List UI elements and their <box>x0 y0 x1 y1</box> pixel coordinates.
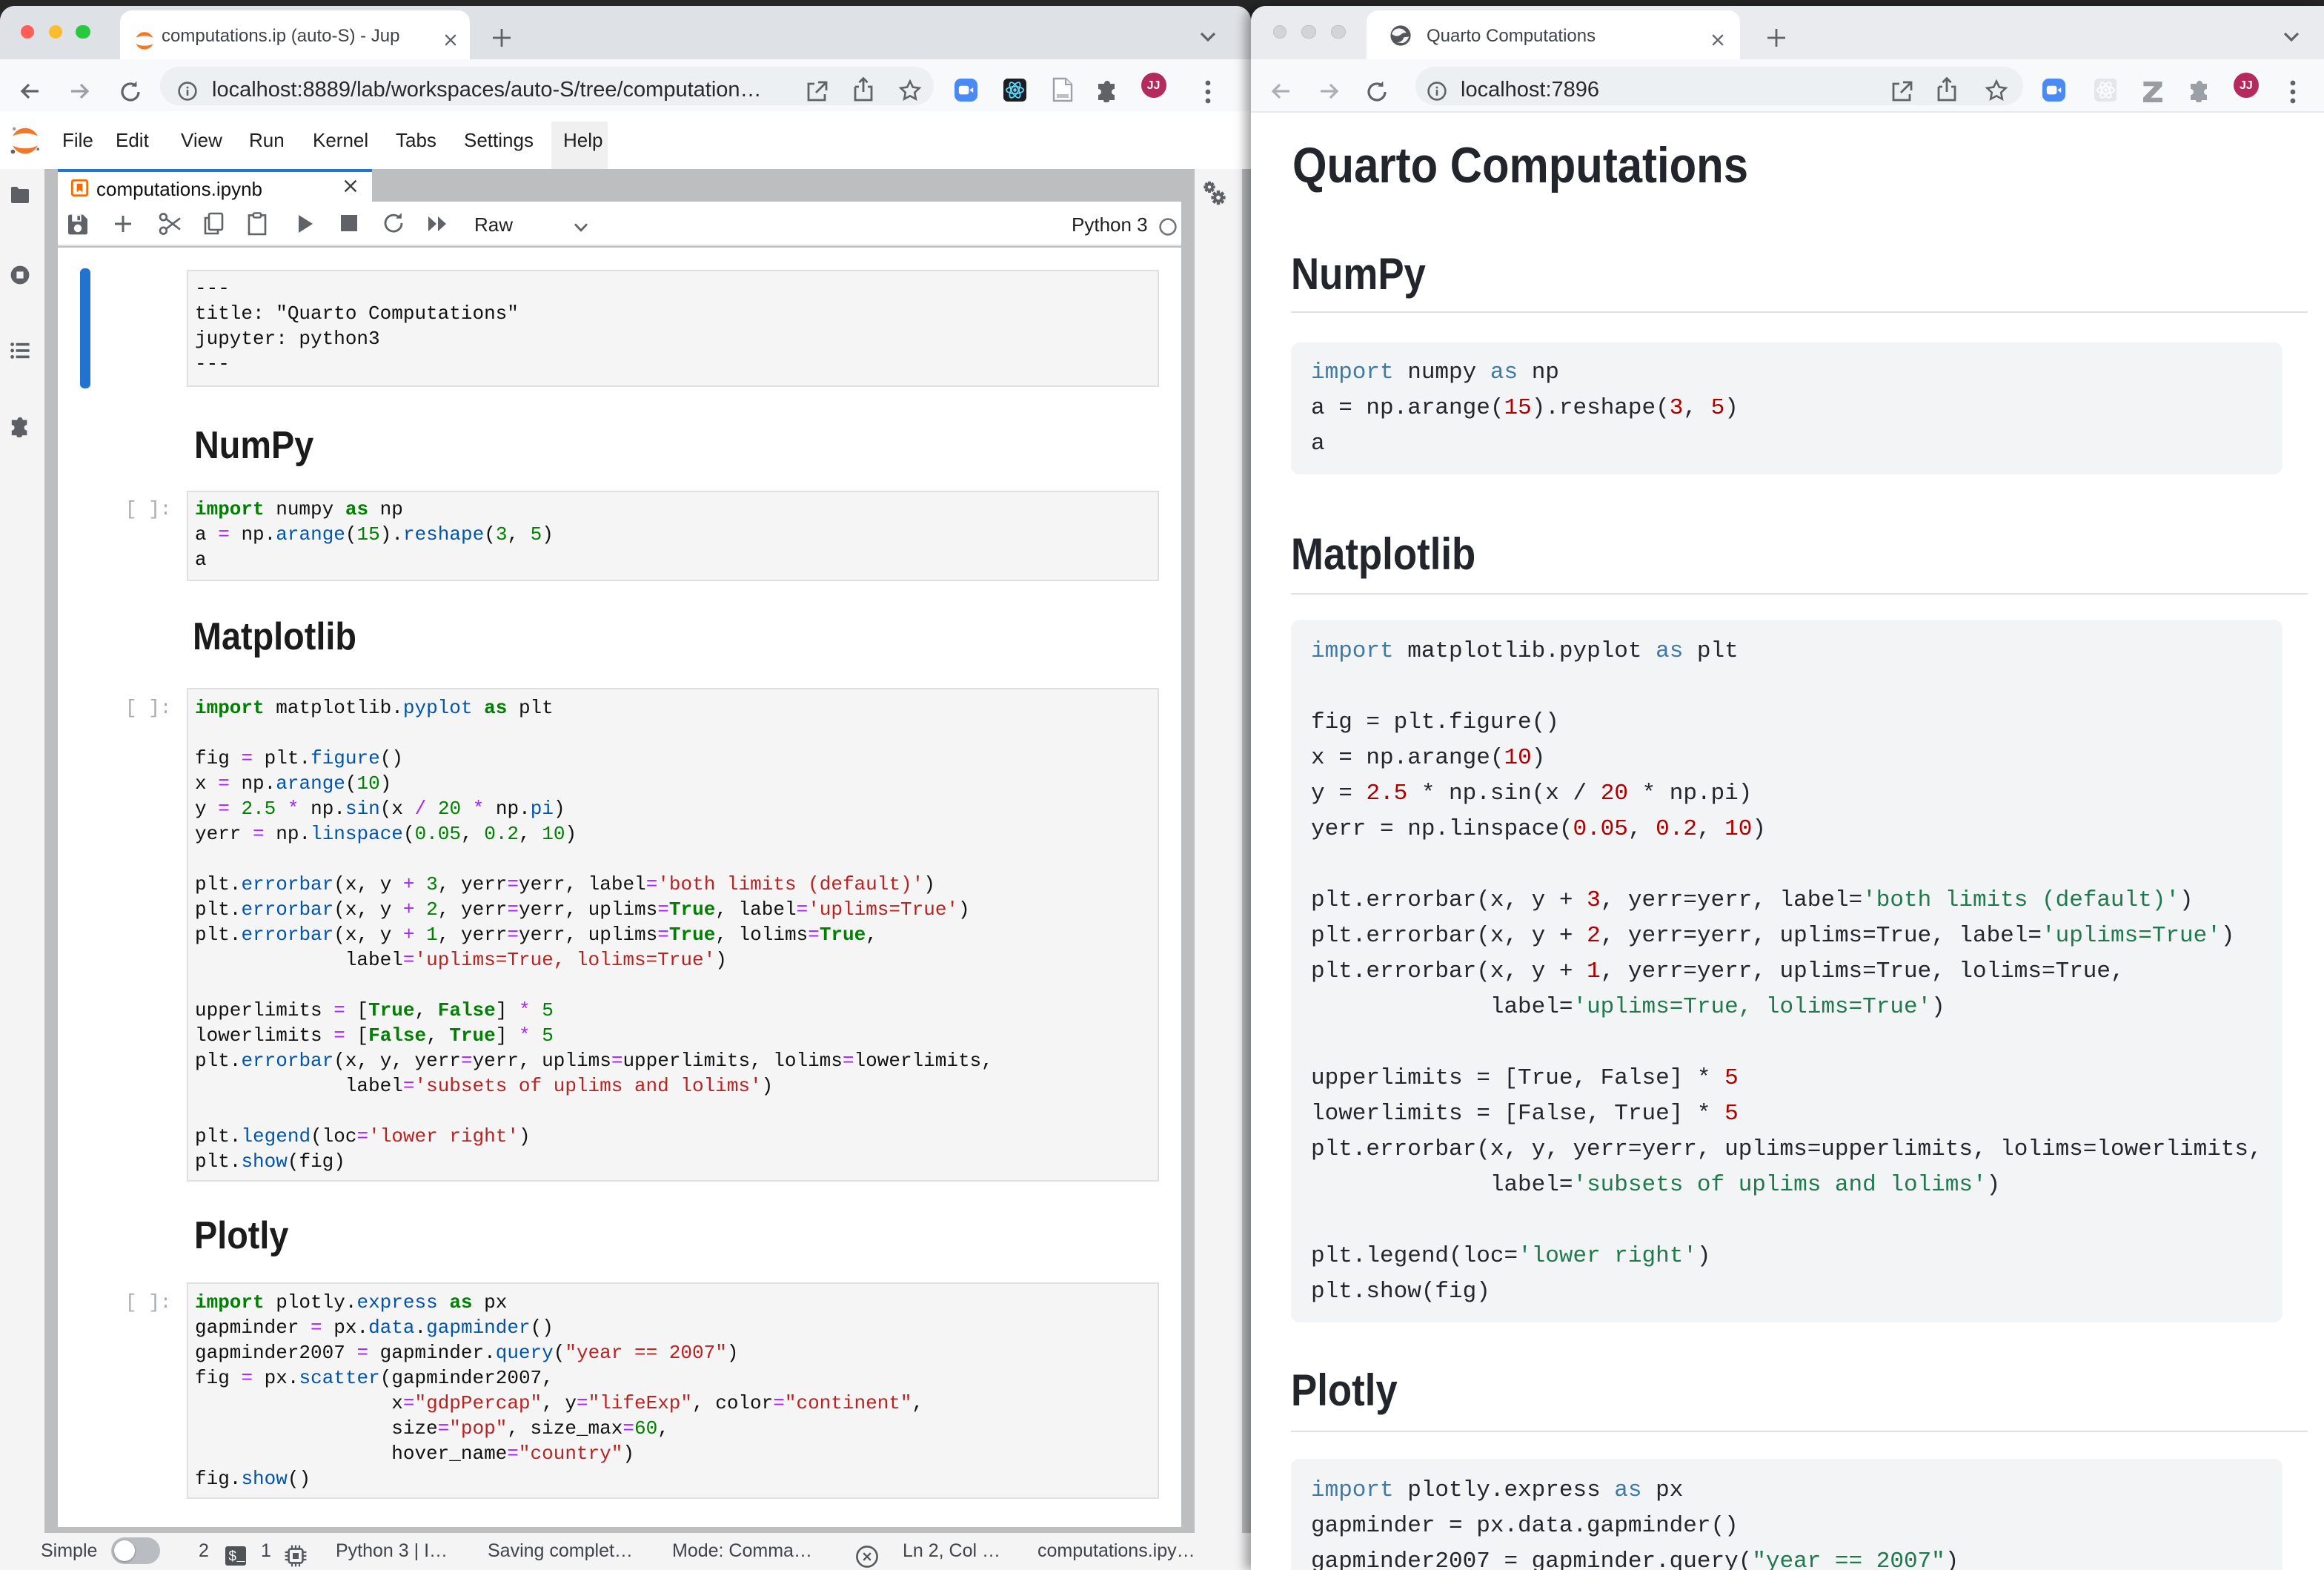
svg-text:$_: $_ <box>228 1549 245 1565</box>
